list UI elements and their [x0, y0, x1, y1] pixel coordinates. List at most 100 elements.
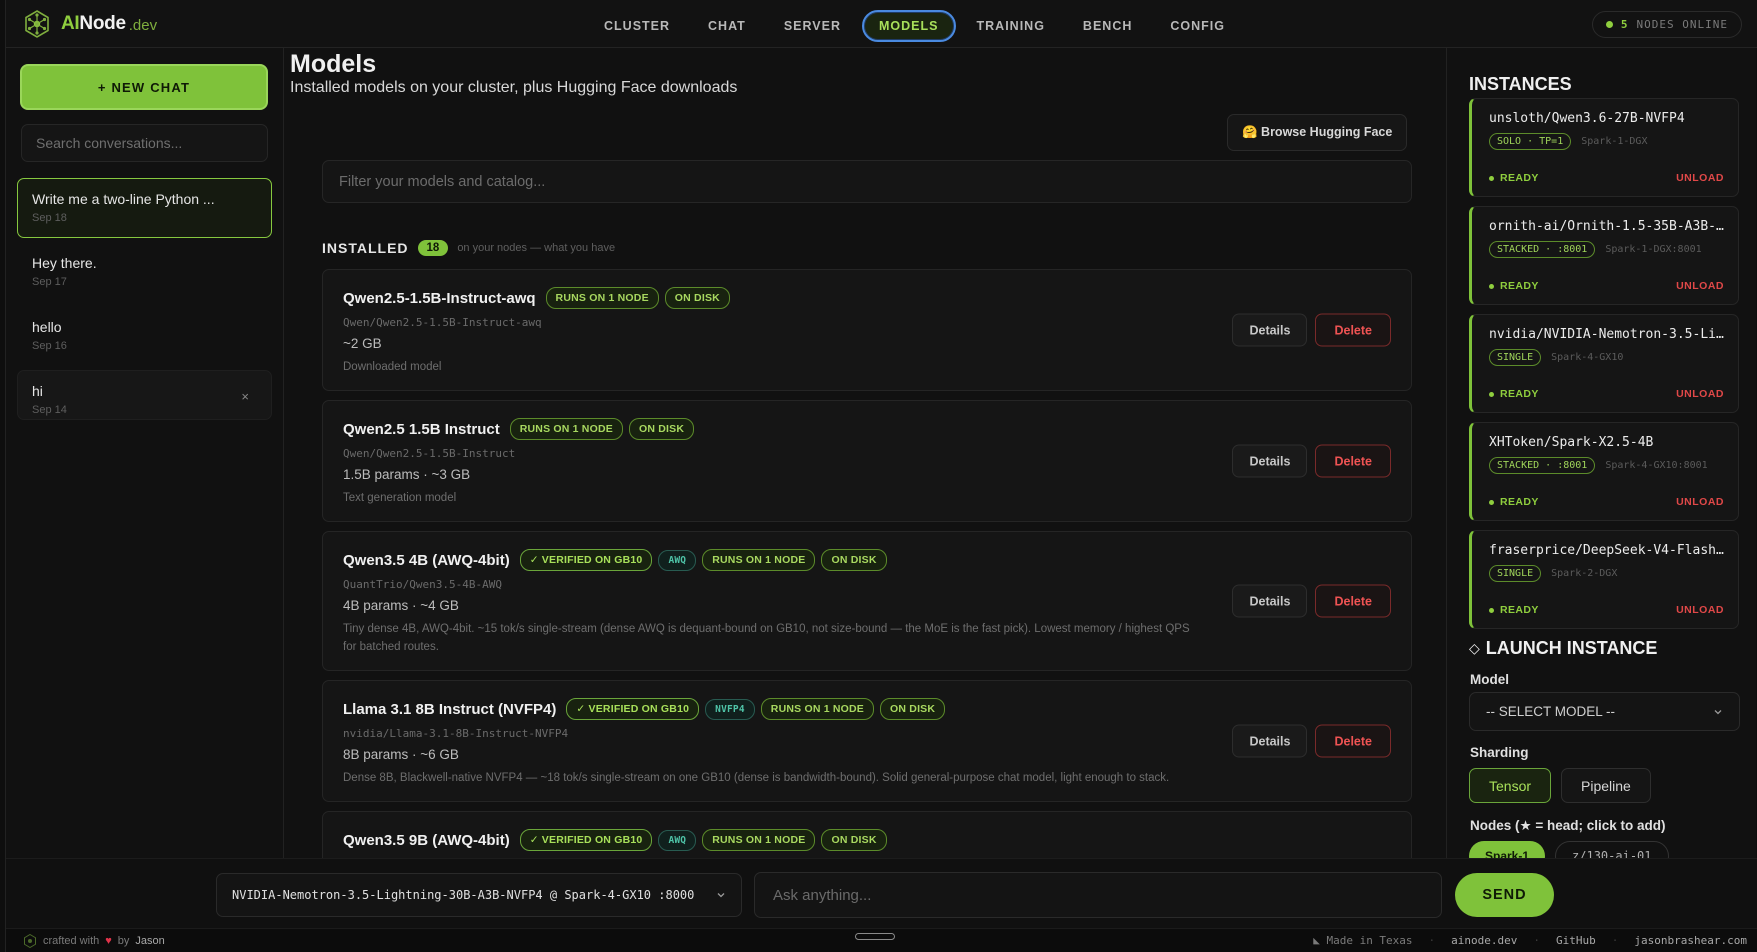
chat-model-picker[interactable]: NVIDIA-Nemotron-3.5-Lightning-30B-A3B-NV… — [216, 873, 742, 917]
sharding-tensor-button[interactable]: Tensor — [1469, 768, 1552, 803]
instance-model-name: XHToken/Spark-X2.5-4B — [1489, 435, 1654, 450]
unload-button[interactable]: UNLOAD — [1676, 496, 1724, 508]
chat-message-input[interactable] — [754, 872, 1442, 918]
instance-status: READY — [1489, 604, 1539, 616]
unload-button[interactable]: UNLOAD — [1676, 604, 1724, 616]
node-chip[interactable]: z/130-ai-01 — [1555, 841, 1669, 858]
installed-model-list: Qwen2.5-1.5B-Instruct-awq RUNS ON 1 NODE… — [322, 269, 1412, 858]
format-tag: NVFP4 — [705, 698, 755, 720]
select-model-value: -- SELECT MODEL -- — [1486, 704, 1616, 719]
brand-name: AINode — [61, 13, 126, 35]
browse-hugging-face-button[interactable]: 🤗 Browse Hugging Face — [1227, 114, 1408, 151]
instance-model-name: unsloth/Qwen3.6-27B-NVFP4 — [1489, 111, 1685, 126]
brand[interactable]: AINode .dev — [23, 10, 157, 38]
nav-chat[interactable]: CHAT — [691, 10, 763, 42]
new-chat-button[interactable]: + NEW CHAT — [20, 64, 268, 110]
ready-dot-icon — [1489, 283, 1494, 289]
unload-button[interactable]: UNLOAD — [1676, 280, 1724, 292]
diamond-icon: ◇ — [1469, 640, 1480, 656]
unload-button[interactable]: UNLOAD — [1676, 388, 1724, 400]
instance-node: Spark-4-GX10 — [1551, 352, 1624, 363]
model-tag: ON DISK — [628, 418, 695, 440]
model-details-button[interactable]: Details — [1232, 313, 1308, 347]
model-details-button[interactable]: Details — [1232, 584, 1308, 618]
instance-mode-tag: SINGLE — [1489, 349, 1542, 366]
model-tag: RUNS ON 1 NODE — [760, 698, 875, 720]
conversation-item[interactable]: hello Sep 16 — [17, 306, 272, 366]
conversation-search-input[interactable] — [21, 124, 268, 162]
ready-dot-icon — [1489, 391, 1494, 397]
status-dot-icon — [1605, 21, 1613, 28]
divider: · — [1611, 934, 1619, 947]
model-tag: ON DISK — [664, 287, 730, 309]
model-description: Tiny dense 4B, AWQ-4bit. ~15 tok/s singl… — [343, 623, 1190, 653]
conversation-title: hello — [32, 319, 62, 335]
model-name: Qwen2.5 1.5B Instruct — [343, 420, 500, 438]
select-model-dropdown[interactable]: -- SELECT MODEL -- — [1469, 692, 1740, 731]
delete-conversation-close-icon[interactable]: × — [241, 389, 249, 404]
instance-card: ornith-ai/Ornith-1.5-35B-A3B-... STACKED… — [1469, 206, 1739, 305]
nav-config[interactable]: CONFIG — [1153, 10, 1242, 42]
conversation-item[interactable]: Write me a two-line Python ... Sep 18 — [17, 178, 272, 238]
page-title: Models — [290, 50, 377, 78]
crafted-text: crafted with — [43, 935, 100, 947]
main-nav: CLUSTER CHAT SERVER MODELS TRAINING BENC… — [587, 10, 1242, 42]
heart-icon: ♥ — [105, 935, 112, 947]
node-chip-head[interactable]: Spark-1 — [1469, 841, 1546, 858]
texas-icon: ◣ — [1313, 934, 1327, 947]
node-chip-list: Spark-1 z/130-ai-01 — [1469, 841, 1669, 858]
nav-cluster[interactable]: CLUSTER — [587, 10, 687, 42]
model-delete-button[interactable]: Delete — [1315, 584, 1391, 618]
nav-training[interactable]: TRAINING — [960, 10, 1062, 42]
model-delete-button[interactable]: Delete — [1315, 724, 1391, 758]
installed-label: INSTALLED — [322, 240, 409, 256]
model-tag: ON DISK — [821, 549, 887, 571]
footer-link-github[interactable]: GitHub — [1556, 934, 1596, 947]
conversation-item[interactable]: hi Sep 14 × — [17, 370, 272, 420]
footer-link-jasonbrashear[interactable]: jasonbrashear.com — [1634, 934, 1747, 947]
nodes-online-label: NODES ONLINE — [1636, 18, 1728, 31]
send-button[interactable]: SEND — [1455, 873, 1554, 917]
footer-link-ainode[interactable]: ainode.dev — [1451, 934, 1517, 947]
conversation-sidebar: + NEW CHAT Write me a two-line Python ..… — [6, 48, 284, 858]
nav-server[interactable]: SERVER — [767, 10, 858, 42]
divider: · — [1533, 934, 1541, 947]
model-card: Llama 3.1 8B Instruct (NVFP4) ✓ VERIFIED… — [322, 680, 1412, 802]
conversation-title: hi — [32, 383, 43, 399]
footer: crafted with ♥ by Jason ◣ Made in Texas … — [6, 928, 1757, 952]
nodes-online-badge[interactable]: 5 NODES ONLINE — [1591, 11, 1742, 38]
verified-tag: ✓ VERIFIED ON GB10 — [519, 549, 653, 571]
launch-instance-title: ◇ LAUNCH INSTANCE — [1469, 638, 1657, 659]
model-tag: RUNS ON 1 NODE — [545, 287, 659, 309]
installed-section-header: INSTALLED 18 on your nodes — what you ha… — [322, 240, 615, 256]
instance-model-name: ornith-ai/Ornith-1.5-35B-A3B-... — [1489, 219, 1724, 234]
instance-mode-tag: SOLO · TP=1 — [1489, 133, 1572, 150]
conversation-item[interactable]: Hey there. Sep 17 — [17, 242, 272, 302]
model-description: Downloaded model — [343, 361, 442, 373]
nav-models[interactable]: MODELS — [862, 10, 956, 42]
model-delete-button[interactable]: Delete — [1315, 444, 1391, 478]
conversation-title: Write me a two-line Python ... — [32, 191, 215, 207]
model-name: Qwen3.5 4B (AWQ-4bit) — [343, 551, 510, 569]
footer-links: ◣ Made in Texas · ainode.dev · GitHub · … — [1313, 934, 1747, 947]
unload-button[interactable]: UNLOAD — [1676, 172, 1724, 184]
sharding-pipeline-button[interactable]: Pipeline — [1561, 768, 1651, 803]
model-tag: RUNS ON 1 NODE — [509, 418, 623, 440]
model-details-button[interactable]: Details — [1232, 444, 1308, 478]
author-name: Jason — [135, 935, 165, 947]
sharding-toggle: Tensor Pipeline — [1469, 768, 1651, 803]
chat-composer: NVIDIA-Nemotron-3.5-Lightning-30B-A3B-NV… — [6, 858, 1757, 928]
home-indicator — [855, 933, 895, 940]
made-in-texas: ◣ Made in Texas — [1313, 934, 1412, 947]
model-tag: RUNS ON 1 NODE — [702, 549, 816, 571]
instance-status: READY — [1489, 280, 1539, 292]
model-filter-input[interactable] — [322, 160, 1412, 203]
nav-bench[interactable]: BENCH — [1066, 10, 1149, 42]
model-delete-button[interactable]: Delete — [1315, 313, 1391, 347]
model-name: Qwen3.5 9B (AWQ-4bit) — [343, 831, 510, 849]
model-card: Qwen2.5 1.5B Instruct RUNS ON 1 NODE ON … — [322, 400, 1412, 522]
ready-dot-icon — [1489, 499, 1494, 505]
model-tag: RUNS ON 1 NODE — [702, 829, 816, 851]
brand-tld: .dev — [128, 17, 158, 34]
model-details-button[interactable]: Details — [1232, 724, 1308, 758]
